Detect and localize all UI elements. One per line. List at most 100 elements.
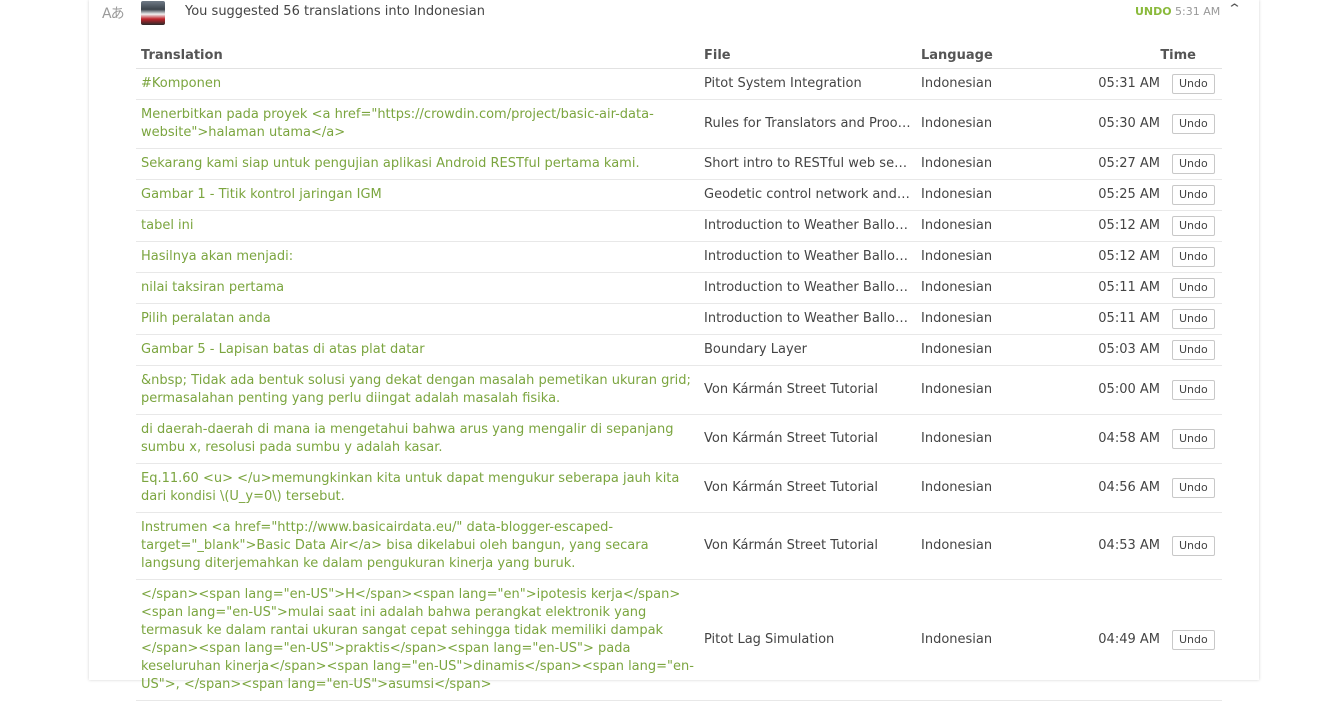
file-name[interactable]: Pitot System Integration bbox=[699, 68, 916, 100]
undo-cell: Undo bbox=[1172, 272, 1222, 304]
undo-cell: Undo bbox=[1172, 512, 1222, 580]
translate-icon: Aあ bbox=[102, 6, 125, 22]
undo-all-link[interactable]: UNDO bbox=[1135, 5, 1172, 18]
chevron-up-icon[interactable]: ⌃ bbox=[1227, 2, 1242, 17]
activity-summary: You suggested 56 translations into Indon… bbox=[185, 4, 485, 19]
table-row: Instrumen <a href="http://www.basicairda… bbox=[136, 512, 1222, 580]
undo-cell: Undo bbox=[1172, 303, 1222, 335]
file-name[interactable]: Introduction to Weather Balloons bbox=[699, 210, 916, 242]
translation-text[interactable]: tabel ini bbox=[136, 210, 699, 242]
translation-text[interactable]: di daerah-daerah di mana ia mengetahui b… bbox=[136, 414, 699, 464]
language-name: Indonesian bbox=[916, 512, 1066, 580]
undo-button[interactable]: Undo bbox=[1172, 429, 1215, 449]
column-header-time: Time bbox=[1066, 42, 1222, 69]
file-name[interactable]: Von Kármán Street Tutorial bbox=[699, 463, 916, 513]
language-name: Indonesian bbox=[916, 179, 1066, 211]
row-time: 05:25 AM bbox=[1066, 179, 1172, 211]
language-name: Indonesian bbox=[916, 210, 1066, 242]
file-name[interactable]: Short intro to RESTful web services bbox=[699, 148, 916, 180]
translations-table: Translation File Language Time #Komponen… bbox=[136, 42, 1222, 701]
translation-text[interactable]: Eq.11.60 <u> </u>memungkinkan kita untuk… bbox=[136, 463, 699, 513]
translation-text[interactable]: Hasilnya akan menjadi: bbox=[136, 241, 699, 273]
undo-button[interactable]: Undo bbox=[1172, 278, 1215, 298]
language-name: Indonesian bbox=[916, 99, 1066, 149]
undo-cell: Undo bbox=[1172, 365, 1222, 415]
file-name[interactable]: Pitot Lag Simulation bbox=[699, 579, 916, 701]
language-name: Indonesian bbox=[916, 148, 1066, 180]
file-name[interactable]: Von Kármán Street Tutorial bbox=[699, 365, 916, 415]
table-header-row: Translation File Language Time bbox=[136, 42, 1222, 69]
undo-button[interactable]: Undo bbox=[1172, 154, 1215, 174]
file-name[interactable]: Rules for Translators and Proofreaders bbox=[699, 99, 916, 149]
row-time: 04:53 AM bbox=[1066, 512, 1172, 580]
activity-time: 5:31 AM bbox=[1175, 5, 1221, 18]
activity-card: Aあ You suggested 56 translations into In… bbox=[89, 0, 1259, 701]
undo-button[interactable]: Undo bbox=[1172, 114, 1215, 134]
translation-text[interactable]: Pilih peralatan anda bbox=[136, 303, 699, 335]
table-row: Hasilnya akan menjadi: Introduction to We… bbox=[136, 241, 1222, 273]
table-row: Menerbitkan pada proyek <a href="https:/… bbox=[136, 99, 1222, 149]
table-row: &nbsp; Tidak ada bentuk solusi yang deka… bbox=[136, 365, 1222, 415]
row-time: 05:12 AM bbox=[1066, 210, 1172, 242]
row-time: 04:58 AM bbox=[1066, 414, 1172, 464]
translation-text[interactable]: Gambar 5 - Lapisan batas di atas plat da… bbox=[136, 334, 699, 366]
row-time: 05:30 AM bbox=[1066, 99, 1172, 149]
undo-button[interactable]: Undo bbox=[1172, 380, 1215, 400]
translation-text[interactable]: </span><span lang="en-US">H</span><span … bbox=[136, 579, 699, 701]
file-name[interactable]: Von Kármán Street Tutorial bbox=[699, 414, 916, 464]
undo-button[interactable]: Undo bbox=[1172, 630, 1215, 650]
table-row: Gambar 1 - Titik kontrol jaringan IGM Geo… bbox=[136, 179, 1222, 211]
row-time: 05:31 AM bbox=[1066, 68, 1172, 100]
avatar[interactable] bbox=[141, 1, 165, 25]
translation-text[interactable]: #Komponen bbox=[136, 68, 699, 100]
row-time: 05:12 AM bbox=[1066, 241, 1172, 273]
file-name[interactable]: Von Kármán Street Tutorial bbox=[699, 512, 916, 580]
language-name: Indonesian bbox=[916, 334, 1066, 366]
undo-button[interactable]: Undo bbox=[1172, 478, 1215, 498]
translation-text[interactable]: Menerbitkan pada proyek <a href="https:/… bbox=[136, 99, 699, 149]
language-name: Indonesian bbox=[916, 241, 1066, 273]
file-name[interactable]: Introduction to Weather Balloons bbox=[699, 241, 916, 273]
row-time: 04:56 AM bbox=[1066, 463, 1172, 513]
undo-cell: Undo bbox=[1172, 179, 1222, 211]
table-row: tabel ini Introduction to Weather Balloon… bbox=[136, 210, 1222, 242]
undo-cell: Undo bbox=[1172, 334, 1222, 366]
row-time: 05:11 AM bbox=[1066, 272, 1172, 304]
translation-text[interactable]: &nbsp; Tidak ada bentuk solusi yang deka… bbox=[136, 365, 699, 415]
table-row: </span><span lang="en-US">H</span><span … bbox=[136, 579, 1222, 701]
row-time: 05:27 AM bbox=[1066, 148, 1172, 180]
undo-cell: Undo bbox=[1172, 414, 1222, 464]
undo-button[interactable]: Undo bbox=[1172, 309, 1215, 329]
language-name: Indonesian bbox=[916, 365, 1066, 415]
language-name: Indonesian bbox=[916, 414, 1066, 464]
undo-button[interactable]: Undo bbox=[1172, 340, 1215, 360]
language-name: Indonesian bbox=[916, 303, 1066, 335]
column-header-language: Language bbox=[916, 42, 1066, 69]
undo-button[interactable]: Undo bbox=[1172, 247, 1215, 267]
undo-button[interactable]: Undo bbox=[1172, 185, 1215, 205]
translation-text[interactable]: nilai taksiran pertama bbox=[136, 272, 699, 304]
file-name[interactable]: Introduction to Weather Balloons bbox=[699, 272, 916, 304]
translation-text[interactable]: Sekarang kami siap untuk pengujian aplik… bbox=[136, 148, 699, 180]
undo-cell: Undo bbox=[1172, 148, 1222, 180]
undo-button[interactable]: Undo bbox=[1172, 536, 1215, 556]
undo-button[interactable]: Undo bbox=[1172, 74, 1215, 94]
table-row: Gambar 5 - Lapisan batas di atas plat da… bbox=[136, 334, 1222, 366]
translation-text[interactable]: Instrumen <a href="http://www.basicairda… bbox=[136, 512, 699, 580]
table-row: di daerah-daerah di mana ia mengetahui b… bbox=[136, 414, 1222, 464]
row-time: 05:03 AM bbox=[1066, 334, 1172, 366]
translation-text[interactable]: Gambar 1 - Titik kontrol jaringan IGM bbox=[136, 179, 699, 211]
undo-button[interactable]: Undo bbox=[1172, 216, 1215, 236]
language-name: Indonesian bbox=[916, 463, 1066, 513]
language-name: Indonesian bbox=[916, 68, 1066, 100]
file-name[interactable]: Geodetic control network and datum bbox=[699, 179, 916, 211]
undo-cell: Undo bbox=[1172, 241, 1222, 273]
table-row: nilai taksiran pertama Introduction to We… bbox=[136, 272, 1222, 304]
table-row: #Komponen Pitot System Integration Indones… bbox=[136, 68, 1222, 100]
table-row: Sekarang kami siap untuk pengujian aplik… bbox=[136, 148, 1222, 180]
file-name[interactable]: Boundary Layer bbox=[699, 334, 916, 366]
row-time: 04:49 AM bbox=[1066, 579, 1172, 701]
file-name[interactable]: Introduction to Weather Balloons bbox=[699, 303, 916, 335]
undo-cell: Undo bbox=[1172, 99, 1222, 149]
undo-cell: Undo bbox=[1172, 579, 1222, 701]
